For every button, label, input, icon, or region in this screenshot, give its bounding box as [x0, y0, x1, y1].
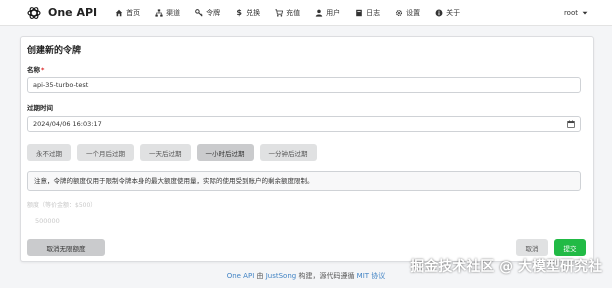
- nav-label: 首页: [126, 8, 141, 17]
- user-menu[interactable]: root: [564, 0, 588, 26]
- cancel-unlimited-quota-button[interactable]: 取消无限额度: [27, 239, 105, 256]
- quota-label: 额度（等价金额：$500）: [27, 202, 97, 209]
- nav-item-logs[interactable]: 日志: [355, 8, 380, 18]
- never-expire-button[interactable]: 永不过期: [27, 144, 71, 161]
- watermark: 掘金技术社区 @ 大模型研究社: [410, 259, 602, 275]
- expire-datetime-input[interactable]: 2024/04/06 16:03:17: [27, 116, 581, 132]
- nav-item-redeem[interactable]: $ 兑换: [235, 8, 260, 18]
- footer-link-license[interactable]: MIT 协议: [357, 272, 386, 280]
- nav-label: 兑换: [246, 8, 261, 17]
- submit-button[interactable]: 提交: [554, 239, 586, 256]
- nav-item-topup[interactable]: 充值: [275, 8, 300, 18]
- nav-item-settings[interactable]: 设置: [395, 8, 420, 18]
- nav-label: 关于: [446, 8, 461, 17]
- gear-icon: [396, 9, 403, 16]
- nav-item-about[interactable]: 关于: [435, 8, 460, 18]
- nav-label: 令牌: [206, 8, 221, 17]
- name-label-text: 名称: [27, 66, 40, 74]
- cart-icon: [275, 8, 284, 17]
- book-icon: [356, 9, 362, 16]
- page-title: 创建新的令牌: [27, 46, 82, 56]
- footer-text: 由: [254, 272, 266, 280]
- brand[interactable]: One API: [26, 5, 97, 21]
- nav-label: 设置: [406, 8, 421, 17]
- expire-one-minute-button[interactable]: 一分钟后过期: [259, 144, 317, 161]
- quota-input[interactable]: 500000: [35, 217, 60, 225]
- nav-item-home[interactable]: 首页: [115, 8, 140, 18]
- expire-preset-buttons: 永不过期 一个月后过期 一天后过期 一小时后过期 一分钟后过期: [27, 144, 323, 161]
- sitemap-icon: [155, 8, 163, 17]
- name-input[interactable]: api-35-turbo-test: [27, 77, 581, 93]
- chevron-down-icon: [582, 11, 588, 15]
- openai-logo-icon: [27, 6, 41, 19]
- nav-item-tokens[interactable]: 令牌: [195, 8, 220, 18]
- nav-item-channels[interactable]: 渠道: [155, 8, 180, 18]
- footer-link-oneapi[interactable]: One API: [227, 272, 255, 280]
- footer-text: 构建，源代码遵循: [296, 272, 357, 280]
- expire-one-month-button[interactable]: 一个月后过期: [77, 144, 134, 161]
- expire-value: 2024/04/06 16:03:17: [33, 120, 102, 128]
- footer-link-author[interactable]: JustSong: [266, 272, 297, 280]
- key-icon: [195, 8, 203, 17]
- required-mark: *: [41, 66, 45, 74]
- expire-label: 过期时间: [27, 104, 53, 112]
- home-icon: [115, 9, 123, 16]
- username: root: [563, 9, 578, 17]
- expire-one-day-button[interactable]: 一天后过期: [140, 144, 191, 161]
- expire-one-hour-button[interactable]: 一小时后过期: [196, 144, 254, 161]
- name-label: 名称*: [27, 64, 44, 74]
- dollar-icon: $: [236, 7, 242, 17]
- nav-label: 日志: [366, 8, 381, 17]
- cancel-button[interactable]: 取消: [516, 239, 548, 256]
- nav-label: 充值: [286, 8, 301, 17]
- nav-item-users[interactable]: 用户: [315, 8, 340, 18]
- calendar-icon[interactable]: [567, 120, 575, 128]
- user-icon: [315, 9, 323, 17]
- nav-label: 渠道: [166, 8, 181, 17]
- app-name: One API: [48, 6, 98, 19]
- info-icon: [435, 9, 443, 16]
- quota-notice: 注意，令牌的额度仅用于限制令牌本身的最大额度使用量，实际的使用受到账户的剩余额度…: [27, 171, 581, 191]
- nav-label: 用户: [326, 8, 341, 17]
- top-navbar: One API 首页 渠道 令牌 $ 兑换 充值 用户 日志 设置 关于 roo…: [0, 0, 612, 26]
- create-token-card: 创建新的令牌 名称* api-35-turbo-test 过期时间 2024/0…: [20, 36, 594, 262]
- main-nav: 首页 渠道 令牌 $ 兑换 充值 用户 日志 设置 关于: [115, 8, 475, 18]
